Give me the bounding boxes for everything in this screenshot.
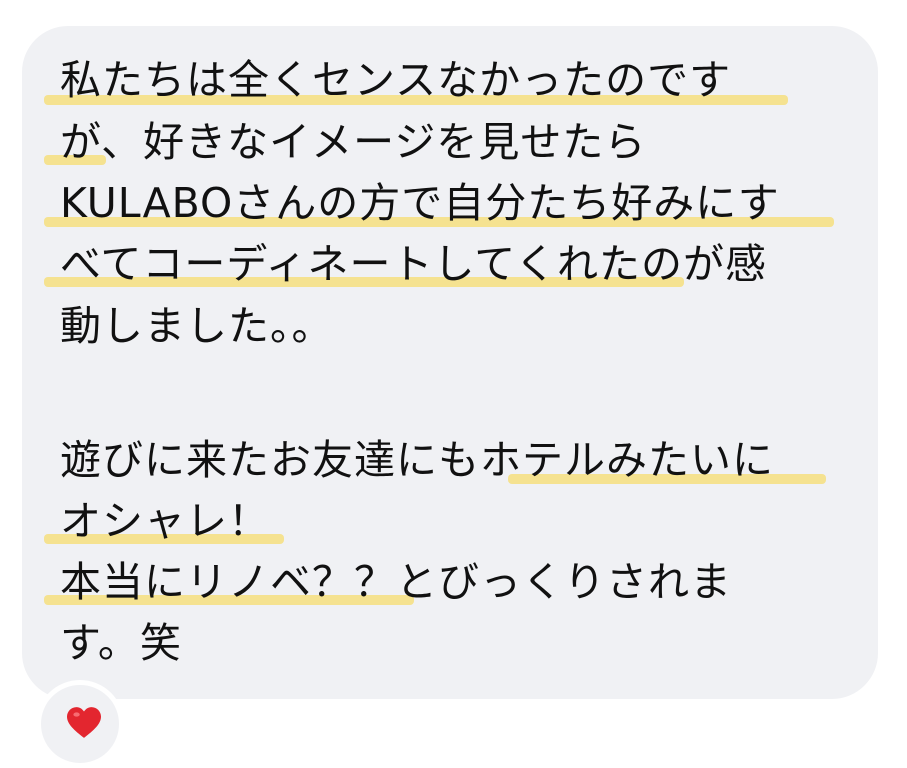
message-line: KULABOさんの方で自分たち好みにす	[60, 179, 780, 227]
message-line: 動しました。。	[60, 302, 334, 350]
heart-icon	[67, 707, 101, 738]
message-line: す。笑	[60, 619, 182, 667]
message-line: 本当にリノベ？？とびっくりされま	[60, 558, 732, 606]
message-line: べてコーディネートしてくれたのが感	[60, 240, 768, 288]
message-line: が、好きなイメージを見せたら	[60, 118, 647, 166]
message-line: オシャレ！	[60, 497, 270, 545]
reaction-badge[interactable]	[36, 680, 124, 768]
message-line: 遊びに来たお友達にもホテルみたいに	[60, 436, 774, 484]
message-line: 私たちは全くセンスなかったのです	[60, 56, 732, 104]
